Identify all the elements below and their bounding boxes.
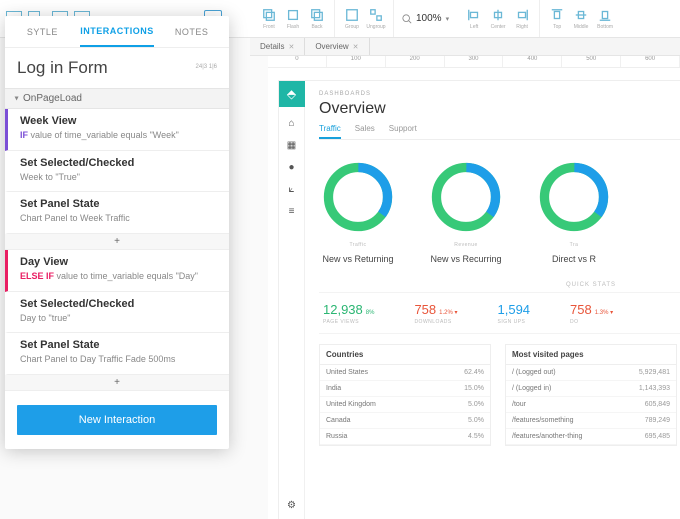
- stat-page-views: 12,9388%PAGE VIEWS: [323, 301, 374, 325]
- interaction-step[interactable]: Set Selected/Checked Week to "True": [5, 151, 229, 193]
- tab-support[interactable]: Support: [389, 124, 417, 139]
- table-row[interactable]: United States62.4%: [320, 365, 490, 381]
- interaction-step[interactable]: Week View IF value of time_variable equa…: [5, 109, 229, 151]
- table-row[interactable]: United Kingdom5.0%: [320, 397, 490, 413]
- dashboard-tabs: Traffic Sales Support: [319, 124, 680, 140]
- donut-traffic: Traffic New vs Returning: [319, 158, 397, 264]
- widget-name: Log in Form 24|3 1|6: [5, 48, 229, 88]
- tab-details[interactable]: Details✕: [250, 38, 305, 55]
- align-right-button[interactable]: Right: [511, 6, 533, 32]
- pages-table: Most visited pages / (Logged out)5,929,4…: [505, 344, 677, 446]
- align-center-button[interactable]: Center: [487, 6, 509, 32]
- group-button[interactable]: Group: [341, 6, 363, 32]
- breadcrumb: DASHBOARDS: [319, 91, 680, 97]
- zoom-control[interactable]: 100% ▾: [394, 13, 457, 24]
- ruler: 0100200300400500600: [268, 56, 680, 68]
- position-readout: 24|3 1|6: [196, 64, 217, 71]
- send-back-button[interactable]: Back: [306, 6, 328, 32]
- donut-chart-icon: [535, 158, 613, 236]
- align-top-button[interactable]: Top: [546, 6, 568, 32]
- interaction-step[interactable]: Day View ELSE IF value to time_variable …: [5, 250, 229, 292]
- mock-sidebar: ⬘ ⌂ ▦ ● ⟀ ≡ ⚙: [279, 81, 305, 519]
- bring-front-button[interactable]: Front: [258, 6, 280, 32]
- table-row[interactable]: /features/something789,249: [506, 413, 676, 429]
- donut-label: Direct vs R: [552, 254, 596, 264]
- interaction-step[interactable]: Set Panel State Chart Panel to Week Traf…: [5, 192, 229, 234]
- data-tables: Countries United States62.4% India15.0% …: [319, 344, 680, 446]
- add-step-button[interactable]: +: [5, 234, 229, 250]
- interaction-step[interactable]: Set Selected/Checked Day to "true": [5, 292, 229, 334]
- document-tabs: Details✕ Overview✕: [250, 38, 680, 56]
- table-row[interactable]: Russia4.5%: [320, 429, 490, 445]
- inspector-tabs: SYTLE INTERACTIONS NOTES: [5, 16, 229, 48]
- stat-downloads: 7581.2% ▾DOWNLOADS: [414, 301, 457, 325]
- align-middle-button[interactable]: Middle: [570, 6, 592, 32]
- close-icon[interactable]: ✕: [288, 43, 294, 51]
- add-step-button[interactable]: +: [5, 375, 229, 391]
- tab-overview[interactable]: Overview✕: [305, 38, 369, 55]
- align-bottom-button[interactable]: Bottom: [594, 6, 616, 32]
- table-row[interactable]: / (Logged in)1,143,393: [506, 381, 676, 397]
- table-row[interactable]: /features/another-thing695,485: [506, 429, 676, 445]
- tab-style[interactable]: SYTLE: [5, 16, 80, 47]
- event-group-header[interactable]: OnPageLoad: [5, 88, 229, 109]
- donut-direct: Tra Direct vs R: [535, 158, 613, 264]
- quick-stats-title: QUICK STATS: [319, 282, 680, 288]
- chart-icon[interactable]: ⟀: [286, 183, 298, 195]
- dashboard-mock[interactable]: ⬘ ⌂ ▦ ● ⟀ ≡ ⚙ DASHBOARDS Overview ▦03/21…: [278, 80, 680, 519]
- list-icon[interactable]: ≡: [286, 205, 298, 217]
- page-title: Overview: [319, 100, 680, 118]
- ungroup-button[interactable]: Ungroup: [365, 6, 387, 32]
- table-row[interactable]: Canada5.0%: [320, 413, 490, 429]
- donut-chart-icon: [427, 158, 505, 236]
- donut-chart-icon: [319, 158, 397, 236]
- donut-label: New vs Returning: [322, 254, 393, 264]
- donut-revenue: Revenue New vs Recurring: [427, 158, 505, 264]
- table-row[interactable]: India15.0%: [320, 381, 490, 397]
- donut-charts: Traffic New vs Returning Revenue New vs …: [319, 152, 680, 274]
- grid-icon[interactable]: ▦: [286, 139, 298, 151]
- flash-button[interactable]: Flash: [282, 6, 304, 32]
- settings-icon[interactable]: ⚙: [286, 499, 298, 511]
- close-icon[interactable]: ✕: [353, 43, 359, 51]
- align-left-button[interactable]: Left: [463, 6, 485, 32]
- design-canvas[interactable]: ⬘ ⌂ ▦ ● ⟀ ≡ ⚙ DASHBOARDS Overview ▦03/21…: [268, 68, 680, 519]
- zoom-value: 100%: [416, 13, 442, 24]
- countries-table: Countries United States62.4% India15.0% …: [319, 344, 491, 446]
- stat-signups: 1,594SIGN UPS: [498, 301, 531, 325]
- table-row[interactable]: /tour605,849: [506, 397, 676, 413]
- new-interaction-button[interactable]: New Interaction: [17, 405, 217, 435]
- table-row[interactable]: / (Logged out)5,929,481: [506, 365, 676, 381]
- logo-icon[interactable]: ⬘: [279, 81, 305, 107]
- interaction-step[interactable]: Set Panel State Chart Panel to Day Traff…: [5, 333, 229, 375]
- inspector-panel: SYTLE INTERACTIONS NOTES Log in Form 24|…: [5, 16, 229, 449]
- chevron-down-icon: ▾: [446, 15, 450, 23]
- globe-icon[interactable]: ●: [286, 161, 298, 173]
- tab-notes[interactable]: NOTES: [154, 16, 229, 47]
- tab-traffic[interactable]: Traffic: [319, 124, 341, 139]
- tab-interactions[interactable]: INTERACTIONS: [80, 16, 155, 47]
- stat-downloads2: 7581.3% ▾DO: [570, 301, 613, 325]
- donut-label: New vs Recurring: [430, 254, 501, 264]
- search-icon: [402, 14, 412, 24]
- home-icon[interactable]: ⌂: [286, 117, 298, 129]
- quick-stats: 12,9388%PAGE VIEWS 7581.2% ▾DOWNLOADS 1,…: [319, 292, 680, 334]
- tab-sales[interactable]: Sales: [355, 124, 375, 139]
